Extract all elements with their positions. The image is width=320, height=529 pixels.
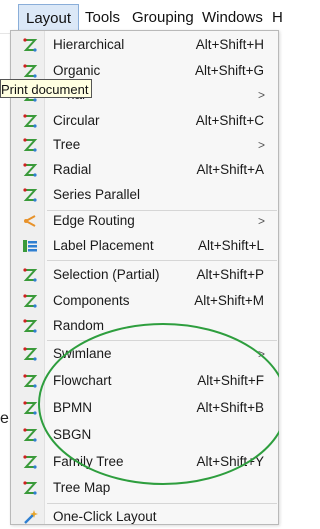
menu-item-family-tree[interactable]: Family Tree Alt+Shift+Y [11, 450, 278, 474]
menubar-layout[interactable]: Layout [18, 4, 80, 32]
menu-item-label: Flowchart [53, 373, 112, 388]
layout-icon [23, 188, 38, 202]
menu-item-shortcut: Alt+Shift+B [196, 400, 264, 415]
menu-item-label: One-Click Layout [53, 509, 157, 524]
menu-item-label: Edge Routing [53, 213, 135, 228]
layout-icon [23, 401, 38, 415]
menu-item-label: Label Placement [53, 238, 154, 253]
menu-item-bpmn[interactable]: BPMN Alt+Shift+B [11, 396, 278, 420]
menu-item-edge-routing[interactable]: Edge Routing > [11, 209, 278, 233]
menu-item-selection-partial[interactable]: Selection (Partial) Alt+Shift+P [11, 263, 278, 287]
layout-icon [23, 374, 38, 388]
layout-icon [23, 294, 38, 308]
menu-item-label: BPMN [53, 400, 93, 415]
menu-item-label: Series Parallel [53, 187, 141, 202]
menu-item-label: Family Tree [53, 454, 124, 469]
menu-separator [47, 503, 277, 504]
menu-item-label: Hierarchical [53, 37, 125, 52]
menu-item-label: Circular [53, 113, 100, 128]
menu-item-series-parallel[interactable]: Series Parallel [11, 183, 278, 207]
clipped-background-text: e [0, 410, 9, 427]
layout-icon [23, 428, 38, 442]
layout-icon [23, 347, 38, 361]
submenu-arrow-icon: > [257, 88, 265, 102]
menu-item-tree-map[interactable]: Tree Map [11, 476, 278, 500]
menu-item-random[interactable]: Random [11, 314, 278, 338]
menu-item-flowchart[interactable]: Flowchart Alt+Shift+F [11, 369, 278, 393]
layout-icon [23, 38, 38, 52]
menu-item-tree[interactable]: Tree > [11, 133, 278, 157]
menu-item-label: Random [53, 318, 105, 333]
menubar-windows[interactable]: Windows [195, 4, 270, 32]
menu-item-shortcut: Alt+Shift+Y [196, 454, 264, 469]
edge-routing-icon [23, 215, 36, 227]
menu-item-label: SBGN [53, 427, 92, 442]
menubar-grouping[interactable]: Grouping [125, 4, 201, 32]
menu-item-label-placement[interactable]: Label Placement Alt+Shift+L [11, 234, 278, 258]
menu-item-label: Swimlane [53, 346, 112, 361]
menu-item-label: Selection (Partial) [53, 267, 160, 282]
menu-item-shortcut: Alt+Shift+H [195, 37, 264, 52]
menu-item-radial[interactable]: Radial Alt+Shift+A [11, 158, 278, 182]
menu-item-shortcut: Alt+Shift+G [194, 63, 264, 78]
layout-icon [23, 114, 38, 128]
menu-separator [47, 340, 277, 341]
menu-item-circular[interactable]: Circular Alt+Shift+C [11, 109, 278, 133]
layout-icon [23, 138, 38, 152]
menu-item-shortcut: Alt+Shift+C [195, 113, 264, 128]
menu-item-label: Radial [53, 162, 92, 177]
layout-icon [23, 268, 38, 282]
menu-item-shortcut: Alt+Shift+A [196, 162, 264, 177]
menu-separator [47, 260, 277, 261]
menu-item-shortcut: Alt+Shift+M [194, 293, 264, 308]
layout-icon [23, 163, 38, 177]
layout-dropdown-menu: Hierarchical Alt+Shift+H Organic Alt+Shi… [10, 30, 279, 525]
menu-item-one-click-layout[interactable]: One-Click Layout [11, 505, 278, 529]
submenu-arrow-icon: > [257, 138, 265, 152]
layout-icon [23, 481, 38, 495]
menu-item-shortcut: Alt+Shift+P [196, 267, 264, 282]
wand-icon [24, 510, 38, 524]
label-placement-icon [23, 240, 37, 252]
menu-bar: Layout Tools Grouping Windows H [0, 0, 283, 34]
menu-item-label: Tree Map [53, 480, 111, 495]
background-strip [0, 34, 10, 525]
menu-item-label: Components [53, 293, 130, 308]
layout-icon [23, 319, 38, 333]
menu-item-sbgn[interactable]: SBGN [11, 423, 278, 447]
menu-item-shortcut: Alt+Shift+F [197, 373, 264, 388]
layout-icon [23, 455, 38, 469]
tooltip: Print document [0, 79, 93, 98]
menu-item-swimlane[interactable]: Swimlane > [11, 342, 278, 366]
menu-item-hierarchical[interactable]: Hierarchical Alt+Shift+H [11, 33, 278, 57]
menubar-tools[interactable]: Tools [78, 4, 127, 32]
menu-item-label: Tree [53, 137, 81, 152]
submenu-arrow-icon: > [257, 214, 265, 228]
menu-item-components[interactable]: Components Alt+Shift+M [11, 289, 278, 313]
menu-item-shortcut: Alt+Shift+L [197, 238, 264, 253]
submenu-arrow-icon: > [257, 347, 265, 361]
layout-icon [23, 64, 38, 78]
menubar-help[interactable]: H [265, 4, 290, 32]
